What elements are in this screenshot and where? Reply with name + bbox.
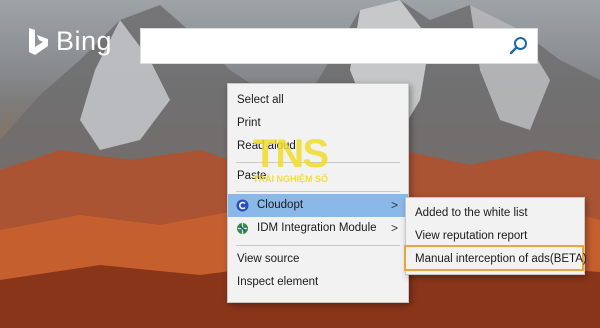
menu-item-label: View source [237,253,300,265]
watermark-text: TRẢI NGHIỆM SỐ [253,174,329,184]
menu-item-label: Select all [237,94,284,106]
menu-item-label: IDM Integration Module [257,222,377,234]
menu-item-label: Inspect element [237,276,319,288]
bing-b-icon [29,27,48,55]
chevron-right-icon: > [390,221,398,235]
submenu-item-added-to-white-list[interactable]: Added to the white list [406,202,584,225]
idm-icon [237,223,248,234]
context-menu: Select all Print Read aloud Paste Cloudo… [227,83,409,303]
cloudopt-submenu: Added to the white list View reputation … [404,197,587,275]
menu-separator [236,245,400,246]
watermark-logo: TNS [253,132,329,176]
cloudopt-icon [236,199,249,212]
submenu-item-manual-interception[interactable]: Manual interception of ads(BETA) [404,245,587,271]
menu-item-inspect-element[interactable]: Inspect element [228,271,408,294]
submenu-item-label: Manual interception of ads(BETA) [415,253,587,265]
menu-item-view-source[interactable]: View source [228,248,408,271]
submenu-item-label: Added to the white list [415,207,528,219]
chevron-right-icon: > [390,198,398,212]
menu-item-label: Print [237,117,261,129]
watermark: TNS TRẢI NGHIỆM SỐ [253,132,329,184]
menu-item-cloudopt[interactable]: Cloudopt > [228,194,408,217]
menu-item-label: Cloudopt [257,199,304,211]
menu-item-idm-integration[interactable]: IDM Integration Module > [228,217,408,240]
search-input[interactable] [140,28,538,64]
menu-separator [236,191,400,192]
bing-wordmark: Bing [56,26,113,56]
menu-item-select-all[interactable]: Select all [228,89,408,112]
search-icon[interactable] [509,36,529,56]
submenu-item-label: View reputation report [415,230,528,242]
bing-logo[interactable]: Bing [26,26,112,57]
